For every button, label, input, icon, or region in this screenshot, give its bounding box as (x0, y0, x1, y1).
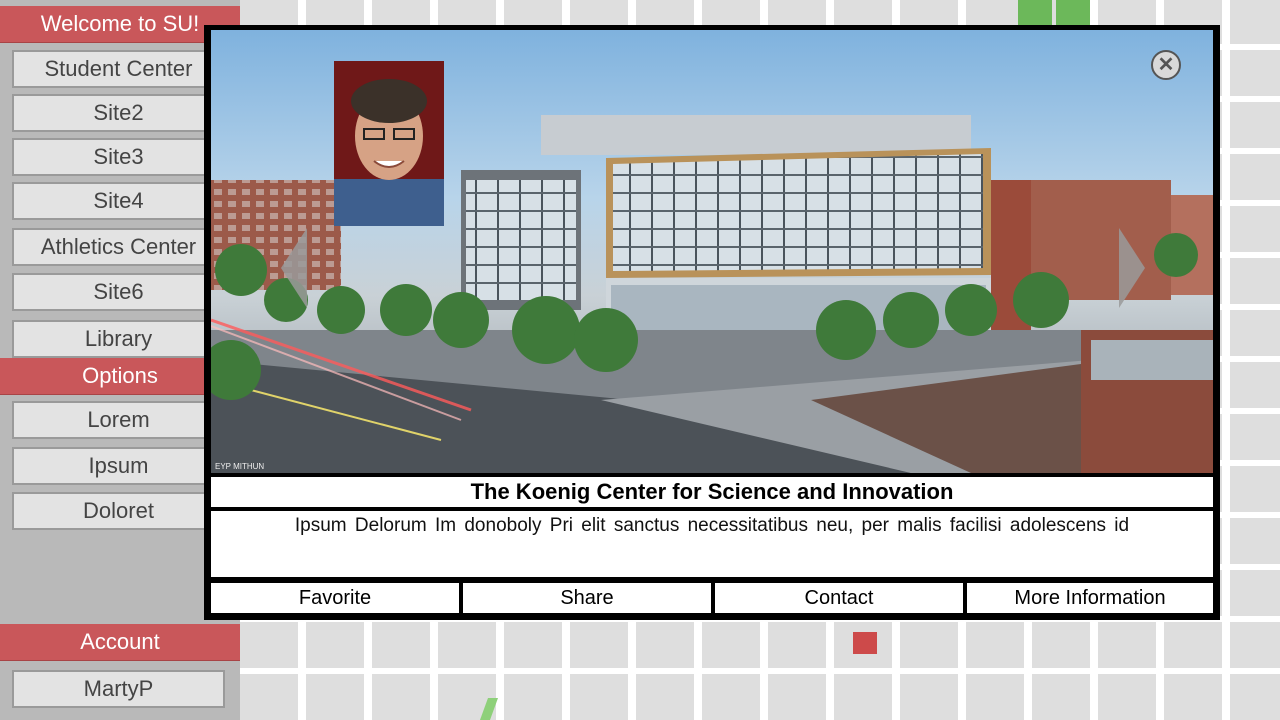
site-button-site3[interactable]: Site3 (12, 138, 225, 176)
site-button-athletics-center[interactable]: Athletics Center (12, 228, 225, 266)
site-description: Ipsum Delorum Im donoboly Pri elit sanct… (211, 511, 1213, 577)
share-button[interactable]: Share (463, 583, 711, 613)
previous-arrow-icon[interactable] (281, 228, 307, 308)
map-green-area (1056, 0, 1090, 28)
site-button-site6[interactable]: Site6 (12, 273, 225, 311)
contact-button[interactable]: Contact (715, 583, 963, 613)
option-button-ipsum[interactable]: Ipsum (12, 447, 225, 485)
map-green-area (1018, 0, 1052, 28)
site-hero-image: ✕ EYP MITHUN (211, 30, 1213, 473)
site-button-student-center[interactable]: Student Center (12, 50, 225, 88)
site-button-site2[interactable]: Site2 (12, 94, 225, 132)
account-header: Account (0, 624, 240, 661)
site-detail-modal: ✕ EYP MITHUN The Koenig Center for Scien… (204, 25, 1220, 620)
site-button-site4[interactable]: Site4 (12, 182, 225, 220)
account-user-button[interactable]: MartyP (12, 670, 225, 708)
contact-portrait-photo (334, 61, 444, 226)
site-button-library[interactable]: Library (12, 320, 225, 358)
next-arrow-icon[interactable] (1119, 228, 1145, 308)
site-title: The Koenig Center for Science and Innova… (211, 477, 1213, 507)
map-green-path (479, 698, 499, 720)
option-button-doloret[interactable]: Doloret (12, 492, 225, 530)
close-icon[interactable]: ✕ (1151, 50, 1181, 80)
more-information-button[interactable]: More Information (967, 583, 1213, 613)
option-button-lorem[interactable]: Lorem (12, 401, 225, 439)
map-location-marker[interactable] (853, 632, 877, 654)
image-credit: EYP MITHUN (215, 462, 265, 471)
favorite-button[interactable]: Favorite (211, 583, 459, 613)
